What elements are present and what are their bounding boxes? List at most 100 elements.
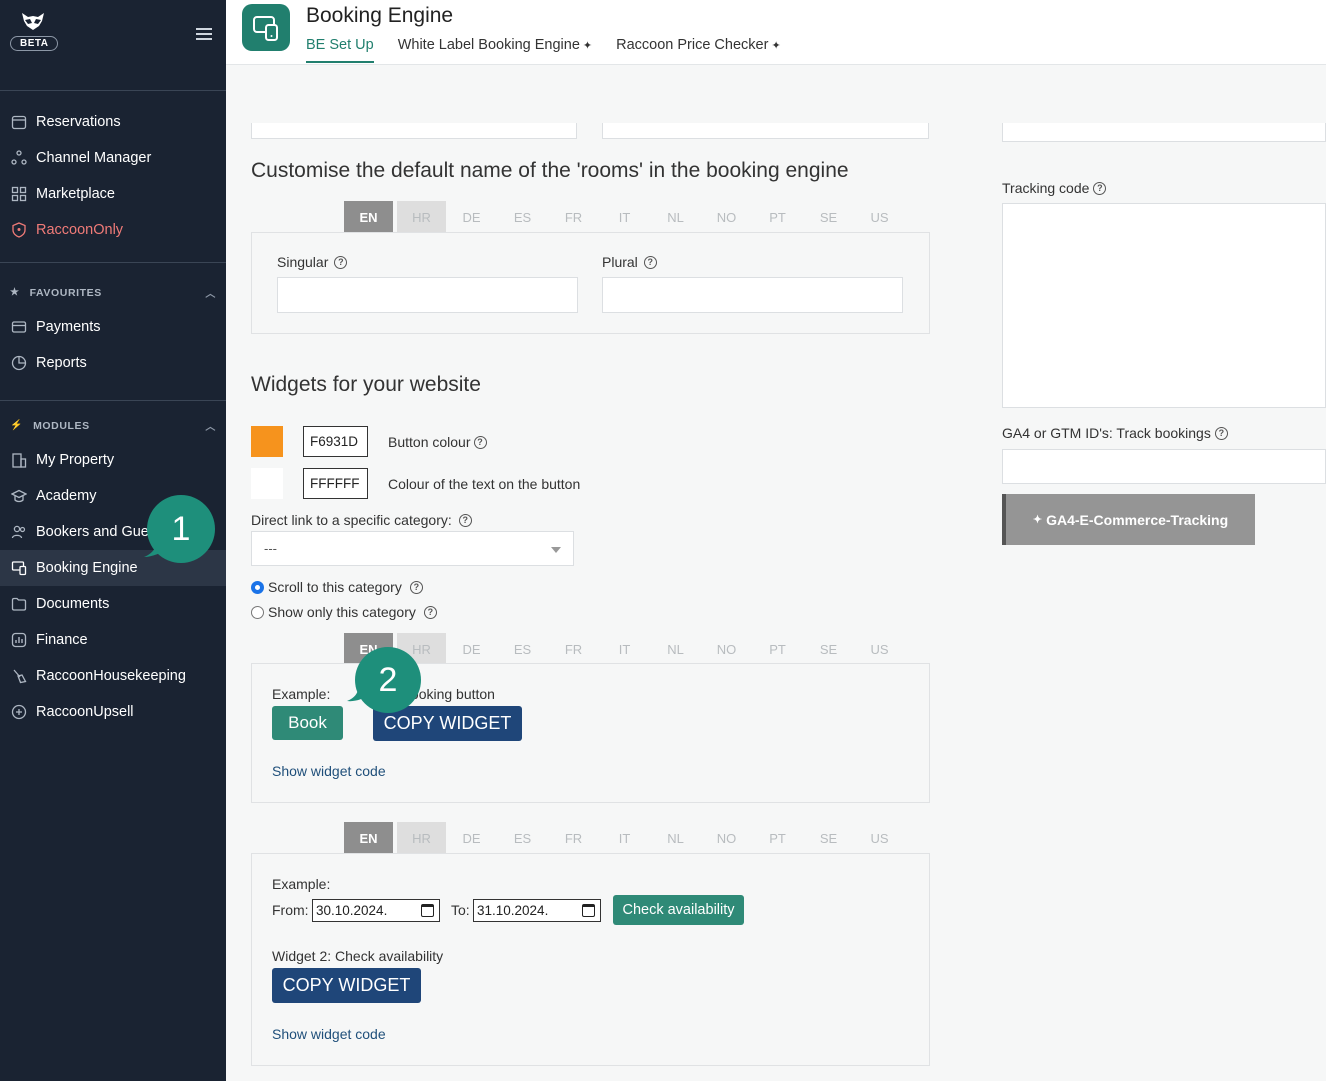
sidebar-item-reservations[interactable]: Reservations — [0, 104, 226, 140]
calendar-icon[interactable] — [582, 904, 595, 917]
tab-raccoon-price-checker[interactable]: Raccoon Price Checker ✦ — [616, 37, 781, 63]
calendar-icon[interactable] — [421, 904, 434, 917]
lang-tab-nl[interactable]: NL — [650, 633, 701, 665]
lang-tab-se[interactable]: SE — [803, 201, 854, 233]
plural-label-text: Plural — [602, 254, 638, 270]
lang-tab-es[interactable]: ES — [497, 633, 548, 665]
lang-tab-es[interactable]: ES — [497, 822, 548, 854]
radio-unchecked[interactable] — [251, 605, 264, 619]
sidebar-item-payments[interactable]: Payments — [0, 309, 226, 345]
sidebar-item-raccoonupsell[interactable]: RaccoonUpsell — [0, 694, 226, 730]
lang-tab-no[interactable]: NO — [701, 201, 752, 233]
tab-be-set-up[interactable]: BE Set Up — [306, 37, 374, 63]
radio-scroll-to-category[interactable]: Scroll to this category? — [251, 579, 423, 595]
copy-widget2-button[interactable]: COPY WIDGET — [272, 968, 421, 1003]
menu-toggle-icon[interactable] — [196, 28, 212, 40]
building-icon — [10, 451, 28, 469]
button-colour-label-text: Button colour — [388, 434, 471, 450]
sidebar-item-raccoononly[interactable]: RaccoonOnly — [0, 212, 226, 248]
radio-checked[interactable] — [251, 580, 264, 594]
lang-tab-en[interactable]: EN — [344, 201, 393, 233]
lang-tab-us[interactable]: US — [854, 201, 905, 233]
lang-tab-se[interactable]: SE — [803, 822, 854, 854]
button-colour-swatch[interactable] — [251, 426, 283, 457]
lang-tab-se[interactable]: SE — [803, 633, 854, 665]
help-icon[interactable]: ? — [1214, 426, 1228, 440]
tab-white-label-booking-engine[interactable]: White Label Booking Engine ✦ — [398, 37, 592, 63]
from-date-input[interactable]: 30.10.2024. — [312, 899, 440, 922]
raccoon-logo[interactable]: BETA — [10, 12, 59, 51]
sparkle-icon: ✦ — [1032, 514, 1043, 526]
show-widget2-code-link[interactable]: Show widget code — [272, 1026, 386, 1042]
lang-tab-fr[interactable]: FR — [548, 822, 599, 854]
lang-tab-it[interactable]: IT — [599, 201, 650, 233]
plural-input[interactable] — [602, 277, 903, 313]
bolt-icon: ⚡ — [10, 420, 24, 431]
tab-label: BE Set Up — [306, 37, 374, 53]
text-colour-swatch[interactable] — [251, 468, 283, 499]
lang-tab-es[interactable]: ES — [497, 201, 548, 233]
lang-tab-de[interactable]: DE — [446, 633, 497, 665]
plus-circle-icon — [10, 703, 28, 721]
sidebar-item-my-property[interactable]: My Property — [0, 442, 226, 478]
lang-tab-pt[interactable]: PT — [752, 822, 803, 854]
check-availability-example-button[interactable]: Check availability — [613, 895, 744, 925]
lang-tab-hr[interactable]: HR — [397, 201, 446, 233]
ga-label: GA4 or GTM ID's: Track bookings? — [1002, 425, 1228, 441]
radio-show-only-category[interactable]: Show only this category? — [251, 604, 437, 620]
help-icon[interactable]: ? — [458, 513, 472, 527]
devices-icon — [10, 559, 28, 577]
help-icon[interactable]: ? — [643, 255, 657, 269]
show-widget1-code-link[interactable]: Show widget code — [272, 763, 386, 779]
cut-off-input-left[interactable] — [251, 123, 577, 139]
help-icon[interactable]: ? — [409, 580, 423, 594]
help-icon[interactable]: ? — [1093, 181, 1107, 195]
lang-tab-nl[interactable]: NL — [650, 201, 701, 233]
lang-tab-us[interactable]: US — [854, 633, 905, 665]
sidebar-item-raccoonhousekeeping[interactable]: RaccoonHousekeeping — [0, 658, 226, 694]
book-example-button[interactable]: Book — [272, 706, 343, 740]
lang-tab-pt[interactable]: PT — [752, 633, 803, 665]
lang-tab-it[interactable]: IT — [599, 822, 650, 854]
sidebar-item-label: Bookers and Gue — [36, 524, 149, 540]
modules-header[interactable]: ⚡ MODULES ︿ — [10, 418, 216, 434]
language-tabs-widget1: EN HR DE ES FR IT NL NO PT SE US — [344, 633, 905, 665]
sidebar-item-documents[interactable]: Documents — [0, 586, 226, 622]
ga4-ecommerce-tracking-button[interactable]: ✦ GA4-E-Commerce-Tracking — [1002, 494, 1255, 545]
category-select[interactable]: --- — [251, 531, 574, 566]
cut-off-input-right-panel[interactable] — [1002, 123, 1326, 142]
lang-tab-de[interactable]: DE — [446, 822, 497, 854]
lang-tab-nl[interactable]: NL — [650, 822, 701, 854]
lang-tab-no[interactable]: NO — [701, 822, 752, 854]
sidebar-item-label: Academy — [36, 488, 97, 504]
sidebar-item-channel-manager[interactable]: Channel Manager — [0, 140, 226, 176]
tracking-code-textarea[interactable] — [1002, 203, 1326, 408]
favourites-header[interactable]: ★ FAVOURITES ︿ — [10, 285, 216, 301]
sidebar-item-reports[interactable]: Reports — [0, 345, 226, 381]
lang-tab-hr[interactable]: HR — [397, 822, 446, 854]
singular-input[interactable] — [277, 277, 578, 313]
lang-tab-it[interactable]: IT — [599, 633, 650, 665]
sidebar-item-label: RaccoonOnly — [36, 222, 124, 238]
lang-tab-de[interactable]: DE — [446, 201, 497, 233]
direct-link-label-text: Direct link to a specific category: — [251, 512, 452, 528]
language-tabs-rooms: EN HR DE ES FR IT NL NO PT SE US — [344, 201, 905, 233]
sidebar-item-label: Payments — [36, 319, 101, 335]
to-date-input[interactable]: 31.10.2024. — [473, 899, 601, 922]
text-colour-input[interactable]: FFFFFF — [303, 468, 368, 499]
lang-tab-fr[interactable]: FR — [548, 633, 599, 665]
favourites-title: FAVOURITES — [29, 286, 102, 299]
lang-tab-no[interactable]: NO — [701, 633, 752, 665]
help-icon[interactable]: ? — [473, 435, 487, 449]
lang-tab-pt[interactable]: PT — [752, 201, 803, 233]
ga-id-input[interactable] — [1002, 449, 1326, 484]
sidebar-item-finance[interactable]: Finance — [0, 622, 226, 658]
cut-off-input-right[interactable] — [602, 123, 929, 139]
help-icon[interactable]: ? — [423, 605, 437, 619]
sidebar-item-marketplace[interactable]: Marketplace — [0, 176, 226, 212]
lang-tab-en[interactable]: EN — [344, 822, 393, 854]
lang-tab-fr[interactable]: FR — [548, 201, 599, 233]
lang-tab-us[interactable]: US — [854, 822, 905, 854]
button-colour-input[interactable]: F6931D — [303, 426, 368, 457]
help-icon[interactable]: ? — [334, 255, 348, 269]
